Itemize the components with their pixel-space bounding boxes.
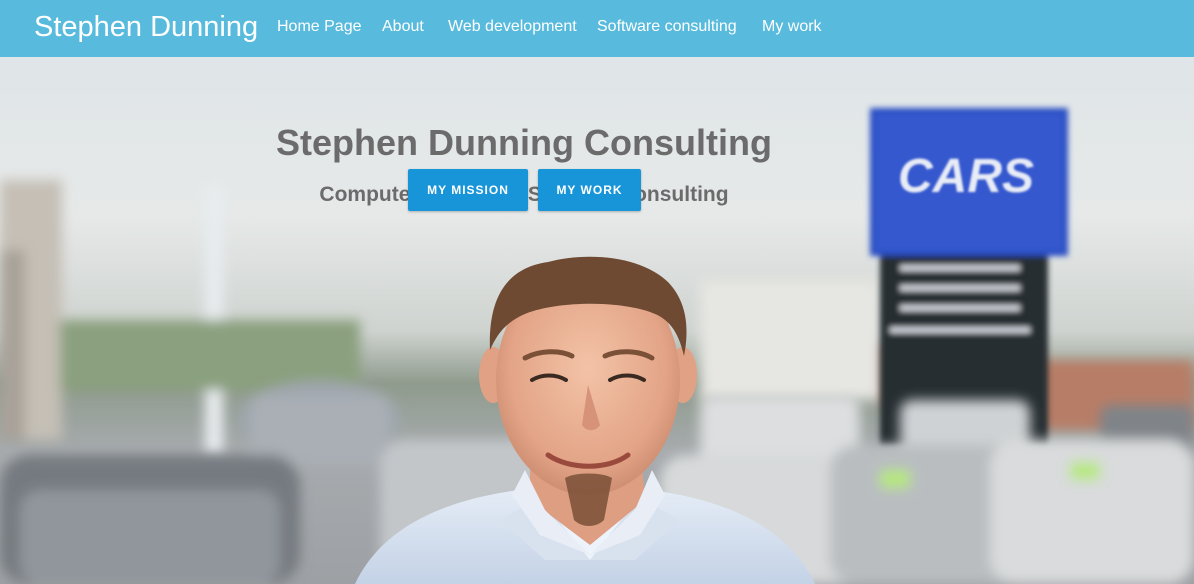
my-work-button[interactable]: MY WORK (538, 169, 641, 211)
my-mission-button[interactable]: MY MISSION (408, 169, 528, 211)
nav-link-web-development[interactable]: Web development (448, 18, 577, 36)
hero-section: CARS Stephen Dunning Consulting Computer… (0, 57, 1194, 584)
top-navbar: Stephen Dunning Home Page About Web deve… (0, 0, 1194, 57)
nav-link-software-consulting[interactable]: Software consulting (597, 18, 737, 36)
nav-link-my-work[interactable]: My work (762, 18, 822, 36)
nav-link-home-page[interactable]: Home Page (277, 18, 362, 36)
brand-link[interactable]: Stephen Dunning (34, 11, 258, 44)
hero-title: Stephen Dunning Consulting (276, 122, 772, 163)
nav-link-about[interactable]: About (382, 18, 424, 36)
